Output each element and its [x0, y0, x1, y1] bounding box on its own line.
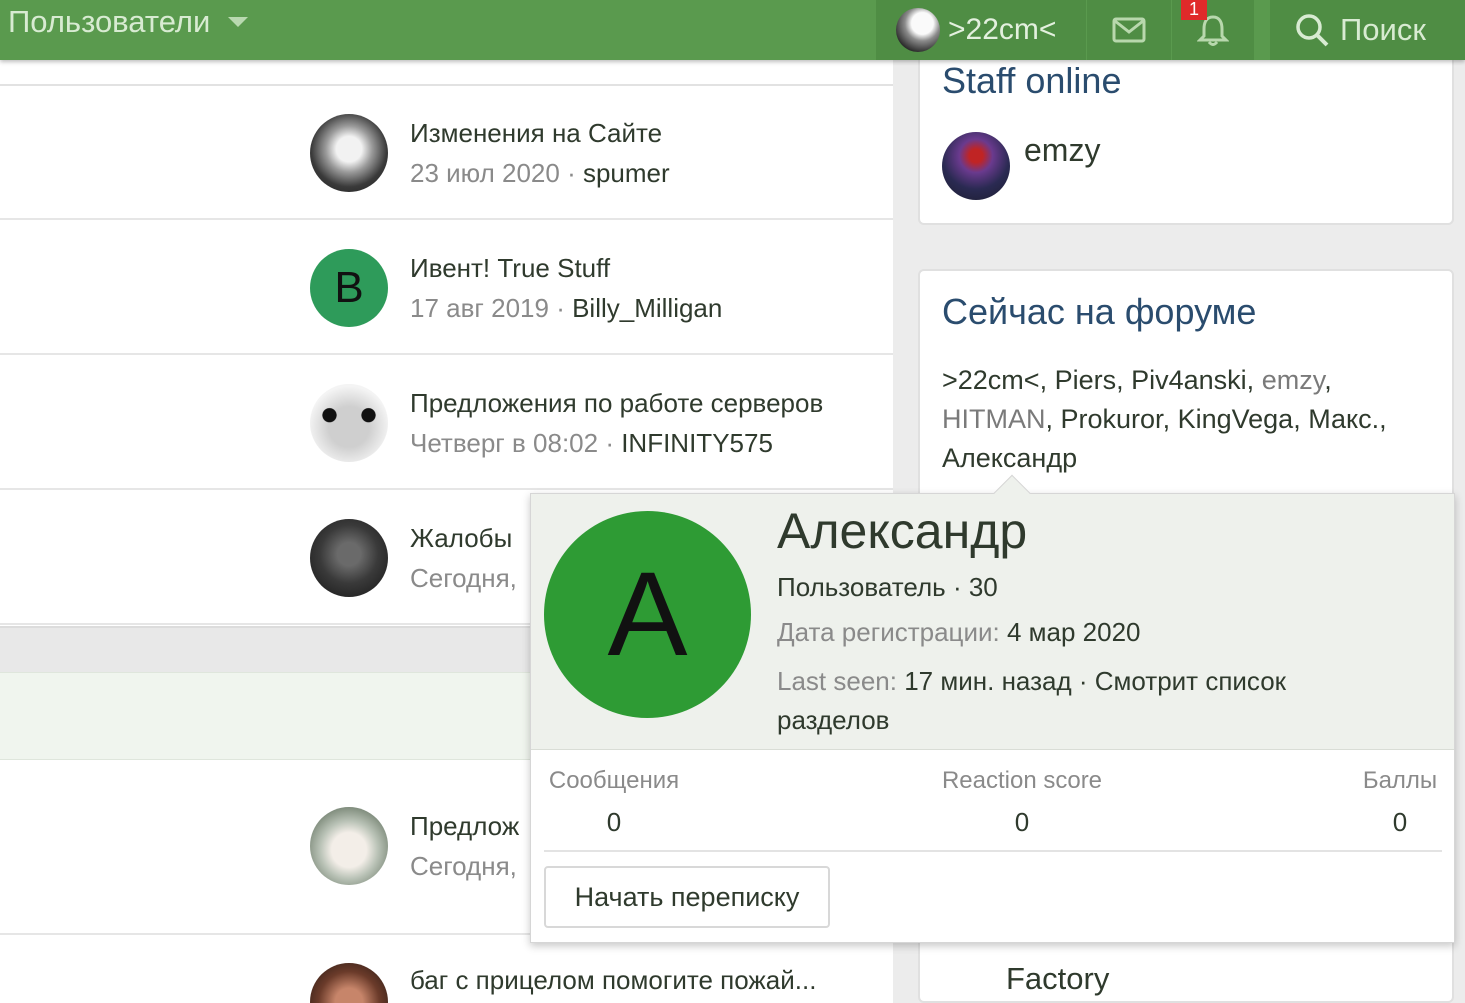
user-avatar[interactable]: [310, 114, 388, 192]
chevron-down-icon: [228, 17, 249, 27]
thread-row[interactable]: Предложения по работе серверов Четверг в…: [0, 356, 893, 490]
online-users-list: >22cm<, Piers, Piv4anski, emzy, HITMAN, …: [942, 365, 1387, 473]
widget-title: Staff online: [942, 60, 1122, 101]
stat-reaction-score: Reaction score 0: [936, 767, 1108, 838]
staff-online-widget: Staff online emzy: [918, 40, 1454, 225]
online-user-link[interactable]: Piv4anski: [1131, 365, 1247, 395]
stat-value: 0: [606, 807, 622, 837]
online-user-link[interactable]: >22cm<: [942, 365, 1040, 395]
registration-date: 4 мар 2020: [1006, 617, 1141, 647]
widget-title: Сейчас на форуме: [942, 291, 1257, 332]
staff-member-name[interactable]: emzy: [1024, 132, 1100, 169]
nav-users-label: Пользователи: [8, 4, 211, 39]
thread-title[interactable]: Жалобы: [410, 523, 512, 554]
search-button[interactable]: Поиск: [1270, 0, 1465, 60]
envelope-icon: [1112, 17, 1146, 43]
thread-title[interactable]: баг с прицелом помогите пожай...: [410, 965, 816, 996]
thread-row[interactable]: B Ивент! True Stuff 17 авг 2019 · Billy_…: [0, 221, 893, 355]
stat-label: Баллы: [1362, 767, 1438, 794]
start-conversation-button[interactable]: Начать переписку: [544, 866, 830, 928]
notification-count-badge: 1: [1181, 0, 1207, 20]
thread-meta: Сегодня,: [410, 563, 517, 594]
thread-date: 23 июл 2020: [410, 158, 560, 188]
online-user-link[interactable]: HITMAN: [942, 404, 1046, 434]
thread-row[interactable]: баг с прицелом помогите пожай...: [0, 935, 893, 1003]
top-navigation: Пользователи >22cm< Поиск: [0, 0, 1465, 60]
widget-item-text[interactable]: Factory: [1006, 961, 1109, 997]
member-avatar[interactable]: A: [544, 511, 751, 718]
thread-title[interactable]: Предлож: [410, 811, 519, 842]
thread-title[interactable]: Предложения по работе серверов: [410, 388, 823, 419]
member-role: Пользователь · 30: [777, 572, 998, 602]
online-user-link[interactable]: Prokuror: [1061, 404, 1163, 434]
online-user-link[interactable]: Александр: [942, 443, 1077, 473]
online-user-link[interactable]: Макс.: [1308, 404, 1379, 434]
user-avatar[interactable]: [310, 807, 388, 885]
account-menu[interactable]: >22cm<: [876, 0, 1086, 60]
online-user-link[interactable]: Piers: [1055, 365, 1117, 395]
avatar-letter: A: [607, 547, 688, 681]
thread-date: 17 авг 2019: [410, 293, 549, 323]
search-label: Поиск: [1340, 12, 1426, 47]
member-username[interactable]: Александр: [777, 502, 1027, 560]
thread-date: Сегодня,: [410, 851, 517, 881]
stat-value: 0: [1392, 807, 1408, 837]
thread-meta: 17 авг 2019 · Billy_Milligan: [410, 293, 723, 323]
thread-author[interactable]: spumer: [583, 158, 670, 188]
user-avatar[interactable]: [310, 963, 388, 1003]
thread-title[interactable]: Ивент! True Stuff: [410, 253, 610, 284]
stat-label: Сообщения: [548, 767, 680, 794]
thread-meta: 23 июл 2020 · spumer: [410, 158, 670, 188]
thread-row[interactable]: Изменения на Сайте 23 июл 2020 · spumer: [0, 86, 893, 220]
stat-points: Баллы 0: [1359, 767, 1441, 838]
thread-meta: Четверг в 08:02 · INFINITY575: [410, 428, 773, 458]
thread-date: Четверг в 08:02: [410, 428, 599, 458]
user-avatar[interactable]: [310, 519, 388, 597]
last-seen-label: Last seen:: [777, 666, 897, 696]
thread-meta: Сегодня,: [410, 851, 517, 882]
user-avatar[interactable]: [310, 384, 388, 462]
registration-label: Дата регистрации:: [777, 617, 1000, 647]
account-name: >22cm<: [948, 13, 1057, 46]
thread-author[interactable]: Billy_Milligan: [572, 293, 722, 323]
account-avatar: [896, 8, 940, 52]
online-user-link[interactable]: KingVega: [1178, 404, 1294, 434]
thread-title[interactable]: Изменения на Сайте: [410, 118, 662, 149]
online-user-link[interactable]: emzy: [1262, 365, 1325, 395]
inbox-button[interactable]: [1087, 0, 1171, 60]
avatar-letter: B: [334, 263, 364, 312]
nav-users-menu[interactable]: Пользователи: [8, 2, 249, 42]
user-avatar[interactable]: B: [310, 249, 388, 327]
thread-date: Сегодня,: [410, 563, 517, 593]
stat-label: Reaction score: [941, 767, 1103, 794]
stat-messages: Сообщения 0: [544, 767, 684, 838]
stat-value: 0: [1014, 807, 1030, 837]
thread-author[interactable]: INFINITY575: [621, 428, 773, 458]
member-last-seen: Last seen: 17 мин. назад · Смотрит списо…: [777, 662, 1377, 740]
user-avatar[interactable]: [942, 132, 1010, 200]
member-registration: Дата регистрации: 4 мар 2020: [777, 617, 1141, 648]
search-icon: [1296, 14, 1329, 47]
member-tooltip-card: A Александр Пользователь · 30 Дата регис…: [530, 474, 1455, 943]
member-card-header: A Александр Пользователь · 30 Дата регис…: [531, 494, 1454, 750]
divider: [544, 850, 1442, 852]
